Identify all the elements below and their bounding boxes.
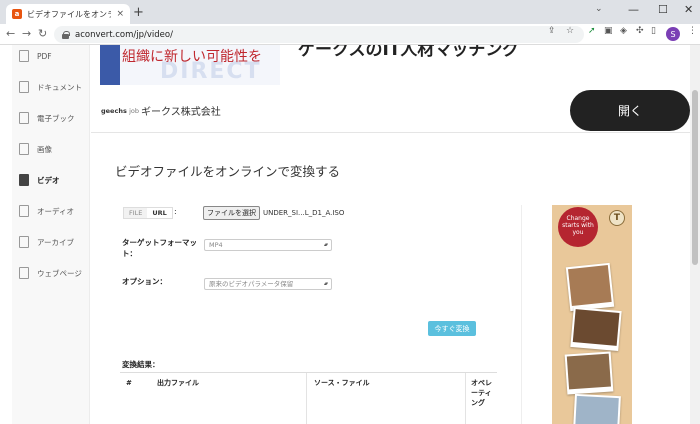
side-banner-ad[interactable]: Change starts with you T [552,205,632,424]
sidebar-item-video[interactable]: ビデオ [12,169,90,191]
video-icon [19,174,29,186]
banner-ad-image[interactable]: DIRECT 組織に新しい可能性を [100,45,280,85]
menu-kebab-icon[interactable]: ⋮ [688,26,697,36]
sidebar-item-document[interactable]: ドキュメント [12,76,90,98]
sidebar-item-label: 電子ブック [37,113,75,123]
profile-avatar[interactable]: S [666,27,680,41]
ad-photo [573,393,621,424]
sidebar-item-label: ビデオ [37,175,60,185]
column-header-output: 出力ファイル [157,379,199,387]
source-toggle[interactable]: FILE URL [123,207,173,219]
minimize-button[interactable]: — [628,3,639,16]
banner-heading: ゲークスのIT人材マッチング [298,45,520,60]
tab-close-icon[interactable]: × [116,9,124,19]
ad-badge: Change starts with you [558,207,598,247]
advertiser-logo[interactable]: geechs job [101,107,139,115]
file-tab[interactable]: FILE [124,208,148,218]
ad-photo [565,262,615,312]
sidebar-item-label: PDF [37,51,52,61]
ad-photo [564,351,614,395]
page-title: ビデオファイルをオンラインで変換する [115,164,341,179]
extension-chat-icon[interactable]: ▣ [604,26,613,36]
document-icon [19,81,29,93]
sidebar-item-label: アーカイブ [37,237,75,247]
column-header-source: ソース・ファイル [314,379,370,387]
sidebar-item-archive[interactable]: アーカイブ [12,231,90,253]
url-tab[interactable]: URL [147,208,172,218]
sidebar-item-pdf[interactable]: PDF [12,45,90,67]
results-heading: 変換結果： [122,360,160,369]
tab-search-icon[interactable]: ⌄ [595,4,603,14]
reload-icon[interactable]: ↻ [38,27,47,41]
target-format-select[interactable]: MP4 [204,239,332,251]
lock-icon[interactable] [62,30,70,39]
choose-file-button[interactable]: ファイルを選択 [203,206,260,220]
ad-logo-icon: T [609,210,625,226]
tab-title: ビデオファイルをオンラインで変換する [27,9,112,19]
sidebar-item-label: ウェブページ [37,268,82,278]
results-table: # 出力ファイル ソース・ファイル オペレーティング [120,372,497,424]
bookmark-star-icon[interactable]: ☆ [566,26,574,36]
convert-now-button[interactable]: 今すぐ変換 [428,321,476,336]
web-page: PDF ドキュメント 電子ブック 画像 ビデオ オーディオ アーカイブ ウェブペ… [0,45,700,424]
forward-arrow-icon[interactable]: → [22,27,31,41]
browser-toolbar: ← → ↻ aconvert.com/jp/video/ ⇪ ☆ ➚ ▣ ◈ ✣… [0,24,700,45]
site-favicon-icon: a [12,9,22,19]
column-header-index: # [126,379,132,387]
sidebar-item-webpage[interactable]: ウェブページ [12,262,90,284]
archive-icon [19,236,29,248]
sidebar-item-label: ドキュメント [37,82,82,92]
extension-arrow-icon[interactable]: ➚ [588,26,596,36]
share-icon[interactable]: ⇪ [548,26,556,36]
new-tab-button[interactable]: + [133,6,144,19]
target-format-label: ターゲットフォーマット： [122,238,197,258]
webpage-icon [19,267,29,279]
pdf-icon [19,50,29,62]
image-icon [19,143,29,155]
ad-photo [570,306,622,352]
sidebar-item-label: 画像 [37,144,52,154]
banner-catchphrase: 組織に新しい可能性を [122,49,262,65]
audio-icon [19,205,29,217]
extension-shield-icon[interactable]: ◈ [620,26,627,36]
ad-bar: geechs job ギークス株式会社 開く [91,89,691,133]
options-label: オプション： [122,277,167,286]
address-bar[interactable]: aconvert.com/jp/video/ [54,26,584,43]
options-select[interactable]: 原来のビデオパラメータ保留 [204,278,332,290]
chosen-file-name: UNDER_SI...L_D1_A.ISO [263,209,345,217]
sidebar-item-image[interactable]: 画像 [12,138,90,160]
category-sidebar: PDF ドキュメント 電子ブック 画像 ビデオ オーディオ アーカイブ ウェブペ… [12,45,90,424]
tab-strip: a ビデオファイルをオンラインで変換する × + ⌄ — ☐ ✕ [0,0,700,24]
close-window-button[interactable]: ✕ [684,3,693,16]
url-text[interactable]: aconvert.com/jp/video/ [75,30,173,40]
scrollbar-thumb[interactable] [692,90,698,265]
back-arrow-icon[interactable]: ← [6,27,15,41]
maximize-button[interactable]: ☐ [658,3,668,16]
column-header-operation: オペレーティング [471,379,492,407]
side-panel-icon[interactable]: ▯ [651,26,656,36]
browser-tab[interactable]: a ビデオファイルをオンラインで変換する × [6,4,130,24]
extensions-puzzle-icon[interactable]: ✣ [636,26,644,36]
ad-open-button[interactable]: 開く [570,90,690,131]
page-scrollbar[interactable] [690,45,700,424]
ebook-icon [19,112,29,124]
sidebar-item-audio[interactable]: オーディオ [12,200,90,222]
sidebar-item-ebook[interactable]: 電子ブック [12,107,90,129]
advertiser-name[interactable]: ギークス株式会社 [141,103,221,118]
sidebar-item-label: オーディオ [37,206,74,216]
